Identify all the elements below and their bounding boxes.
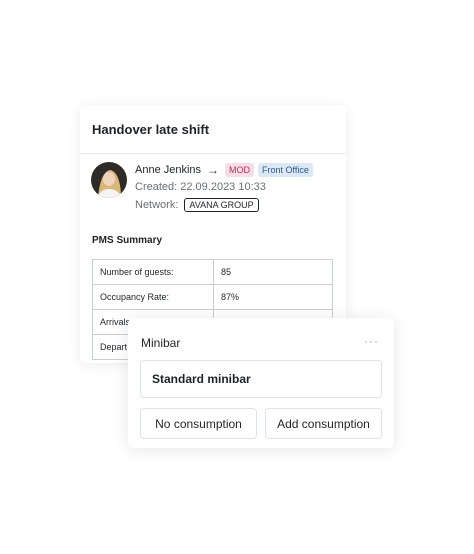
- created-timestamp: Created: 22.09.2023 10:33: [135, 181, 266, 193]
- table-row: Number of guests: 85: [92, 259, 333, 285]
- divider: [80, 153, 346, 154]
- table-row: Occupancy Rate: 87%: [92, 284, 333, 310]
- no-consumption-button[interactable]: No consumption: [140, 408, 257, 439]
- role-badge: MOD: [225, 163, 255, 177]
- table-cell-value: 87%: [213, 284, 333, 310]
- network-row: Network: AVANA GROUP: [135, 198, 259, 212]
- avatar[interactable]: [91, 162, 127, 198]
- network-tag[interactable]: AVANA GROUP: [184, 198, 259, 212]
- more-options-icon[interactable]: ···: [364, 334, 379, 348]
- table-cell-label: Occupancy Rate:: [92, 284, 214, 310]
- department-badge: Front Office: [258, 163, 313, 177]
- minibar-card: Minibar ··· Standard minibar No consumpt…: [128, 318, 394, 448]
- arrow-right-icon: →: [207, 163, 220, 177]
- network-label: Network:: [135, 199, 179, 211]
- minibar-option[interactable]: Standard minibar: [140, 360, 382, 398]
- table-cell-label: Number of guests:: [92, 259, 214, 285]
- minibar-title: Minibar: [141, 336, 181, 350]
- card-title: Handover late shift: [92, 122, 210, 137]
- add-consumption-button[interactable]: Add consumption: [265, 408, 382, 439]
- person-row: Anne Jenkins → MOD Front Office: [135, 163, 313, 177]
- pms-summary-title: PMS Summary: [92, 235, 163, 246]
- person-name[interactable]: Anne Jenkins: [135, 164, 201, 176]
- table-cell-value: 85: [213, 259, 333, 285]
